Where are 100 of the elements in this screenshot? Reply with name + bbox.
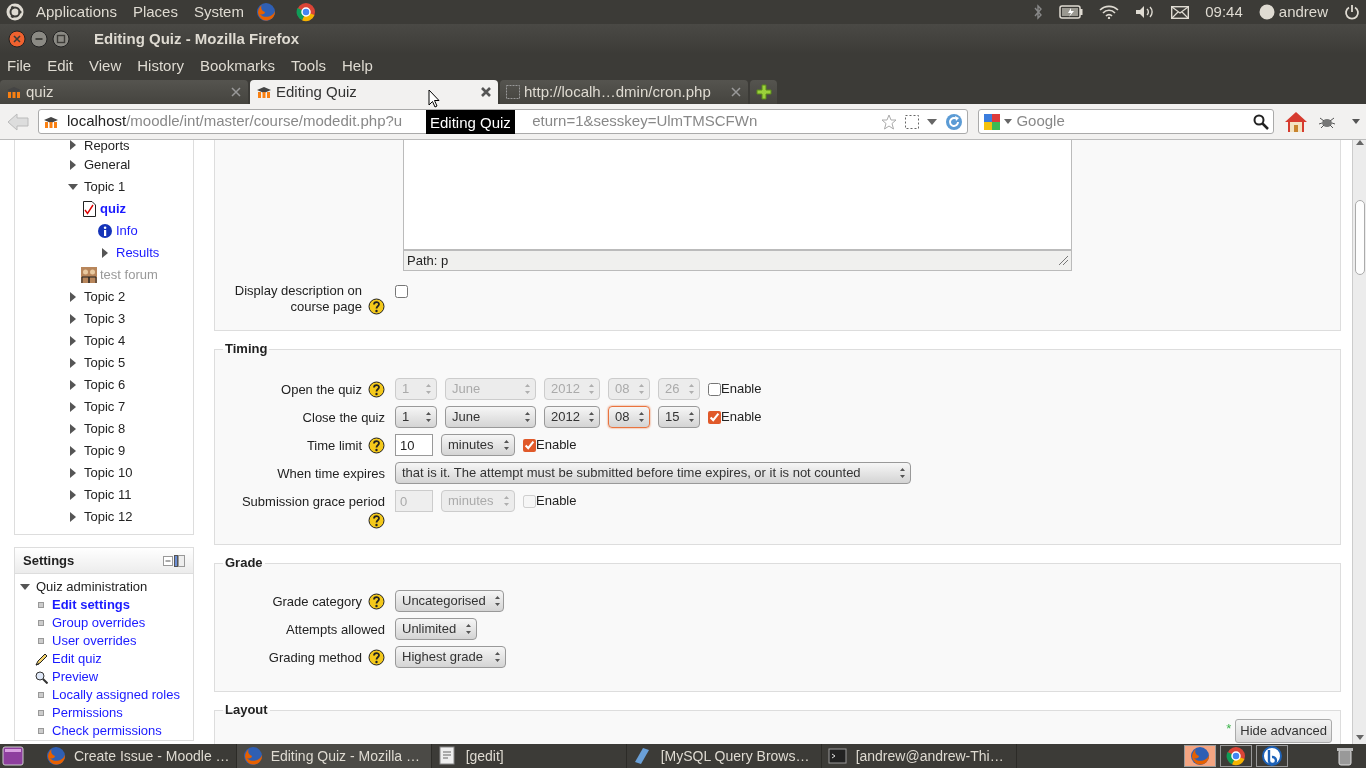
triangle-right-icon[interactable] <box>70 358 76 368</box>
tree-item[interactable]: Info <box>116 221 138 241</box>
user-status-icon[interactable] <box>1258 4 1275 20</box>
tree-item[interactable]: Topic 10 <box>84 463 133 483</box>
minimize-button[interactable] <box>30 30 48 48</box>
search-field[interactable]: Google <box>978 109 1274 134</box>
tree-item[interactable]: Edit quiz <box>52 649 102 669</box>
help-icon[interactable] <box>368 649 385 667</box>
tree-item[interactable]: Topic 6 <box>84 375 126 395</box>
scrollbar[interactable] <box>1352 140 1366 744</box>
battery-icon[interactable] <box>1059 5 1084 19</box>
tree-item[interactable]: Topic 5 <box>84 353 126 373</box>
dropdown-caret-icon[interactable] <box>927 118 938 125</box>
dropdown[interactable]: Uncategorised <box>395 590 504 612</box>
triangle-right-icon[interactable] <box>102 248 108 258</box>
tree-item[interactable]: Group overrides <box>52 613 146 633</box>
help-icon[interactable] <box>368 593 385 611</box>
scroll-thumb[interactable] <box>1354 200 1365 275</box>
triangle-right-icon[interactable] <box>70 336 76 346</box>
menu-item[interactable]: History <box>137 54 184 78</box>
text-field[interactable]: 10 <box>395 434 433 456</box>
tree-item[interactable]: quiz <box>100 199 126 219</box>
power-icon[interactable] <box>1344 4 1360 20</box>
browser-tab[interactable]: quiz <box>0 80 248 104</box>
scroll-down-icon[interactable] <box>1355 735 1364 740</box>
tree-item[interactable]: Preview <box>52 667 99 687</box>
close-icon[interactable] <box>730 86 742 98</box>
dropdown[interactable]: that is it. The attempt must be submitted before time expires, or it is not counted <box>395 462 911 484</box>
panel-menu[interactable]: System <box>189 0 248 24</box>
star-icon[interactable] <box>881 113 898 130</box>
tree-item[interactable]: Quiz administration <box>36 577 148 597</box>
tree-item[interactable]: General <box>84 155 131 175</box>
search-icon[interactable] <box>1253 113 1269 130</box>
menu-item[interactable]: Edit <box>47 54 74 78</box>
resize-grip-icon[interactable] <box>1059 256 1068 265</box>
tree-item[interactable]: Results <box>116 243 160 263</box>
close-icon[interactable] <box>230 86 242 98</box>
taskbar-item[interactable]: [gedit] <box>431 744 627 768</box>
clock[interactable]: 09:44 <box>1205 0 1243 24</box>
tree-item[interactable]: Topic 11 <box>84 485 132 505</box>
selection-icon[interactable] <box>905 114 920 129</box>
dropdown-caret-icon[interactable] <box>1352 119 1360 124</box>
browser-icon[interactable] <box>295 2 316 22</box>
dropdown[interactable]: June <box>445 406 536 428</box>
tree-item[interactable]: User overrides <box>52 631 137 651</box>
tree-item[interactable]: Edit settings <box>52 595 130 615</box>
tree-item[interactable]: Reports <box>84 140 130 152</box>
close-button[interactable] <box>8 30 26 48</box>
taskbar-item[interactable]: Editing Quiz - Mozilla … <box>236 744 432 768</box>
search-input[interactable]: Google <box>1012 110 1253 133</box>
panel-menu[interactable]: Places <box>128 0 182 24</box>
tree-item[interactable]: Permissions <box>52 703 123 723</box>
tree-item[interactable]: Topic 1 <box>84 177 126 197</box>
close-icon[interactable] <box>480 86 492 98</box>
triangle-right-icon[interactable] <box>70 402 76 412</box>
checkbox[interactable] <box>523 438 536 452</box>
tree-item[interactable]: Topic 4 <box>84 331 126 351</box>
panel-menu[interactable]: Applications <box>32 0 121 24</box>
dropdown[interactable]: minutes <box>441 434 515 456</box>
checkbox[interactable] <box>395 285 408 298</box>
dropdown[interactable]: 1 <box>395 406 437 428</box>
dropdown[interactable]: 2012 <box>544 406 600 428</box>
reload-icon[interactable] <box>945 112 964 131</box>
dropdown[interactable]: 15 <box>658 406 700 428</box>
volume-icon[interactable] <box>1135 4 1156 20</box>
new-tab-button[interactable] <box>750 80 777 104</box>
triangle-right-icon[interactable] <box>70 512 76 522</box>
triangle-right-icon[interactable] <box>70 446 76 456</box>
triangle-right-icon[interactable] <box>70 380 76 390</box>
triangle-right-icon[interactable] <box>70 490 76 500</box>
triangle-right-icon[interactable] <box>70 140 76 150</box>
tree-item[interactable]: Check permissions <box>52 721 162 741</box>
taskbar-item[interactable]: Create Issue - Moodle … <box>40 744 237 768</box>
user-name[interactable]: andrew <box>1278 0 1328 24</box>
help-icon[interactable] <box>368 437 385 455</box>
menu-item[interactable]: View <box>89 54 122 78</box>
launcher-button[interactable] <box>1256 745 1288 767</box>
browser-tab[interactable]: Editing Quiz <box>250 80 498 104</box>
dropdown[interactable]: Unlimited <box>395 618 477 640</box>
tree-item[interactable]: Topic 9 <box>84 441 126 461</box>
mail-icon[interactable] <box>1171 5 1190 19</box>
launcher-button[interactable] <box>1220 745 1252 767</box>
triangle-down-icon[interactable] <box>20 584 30 590</box>
dock-controls-icon[interactable] <box>163 553 185 568</box>
tree-item[interactable]: Topic 7 <box>84 397 126 417</box>
menu-item[interactable]: File <box>7 54 32 78</box>
help-icon[interactable] <box>368 298 385 315</box>
dropdown[interactable]: 08 <box>608 406 650 428</box>
triangle-right-icon[interactable] <box>70 468 76 478</box>
wifi-icon[interactable] <box>1099 5 1120 19</box>
home-icon[interactable] <box>1284 110 1308 133</box>
dropdown[interactable]: Highest grade <box>395 646 506 668</box>
triangle-down-icon[interactable] <box>68 184 78 190</box>
tree-item[interactable]: Topic 3 <box>84 309 126 329</box>
browser-tab[interactable]: http://localh…dmin/cron.php <box>500 80 748 104</box>
help-icon[interactable] <box>368 511 385 529</box>
taskbar-item[interactable]: [andrew@andrew-Thi… <box>821 744 1017 768</box>
triangle-right-icon[interactable] <box>70 160 76 170</box>
menu-item[interactable]: Tools <box>291 54 326 78</box>
system-logo-icon[interactable] <box>6 3 24 21</box>
